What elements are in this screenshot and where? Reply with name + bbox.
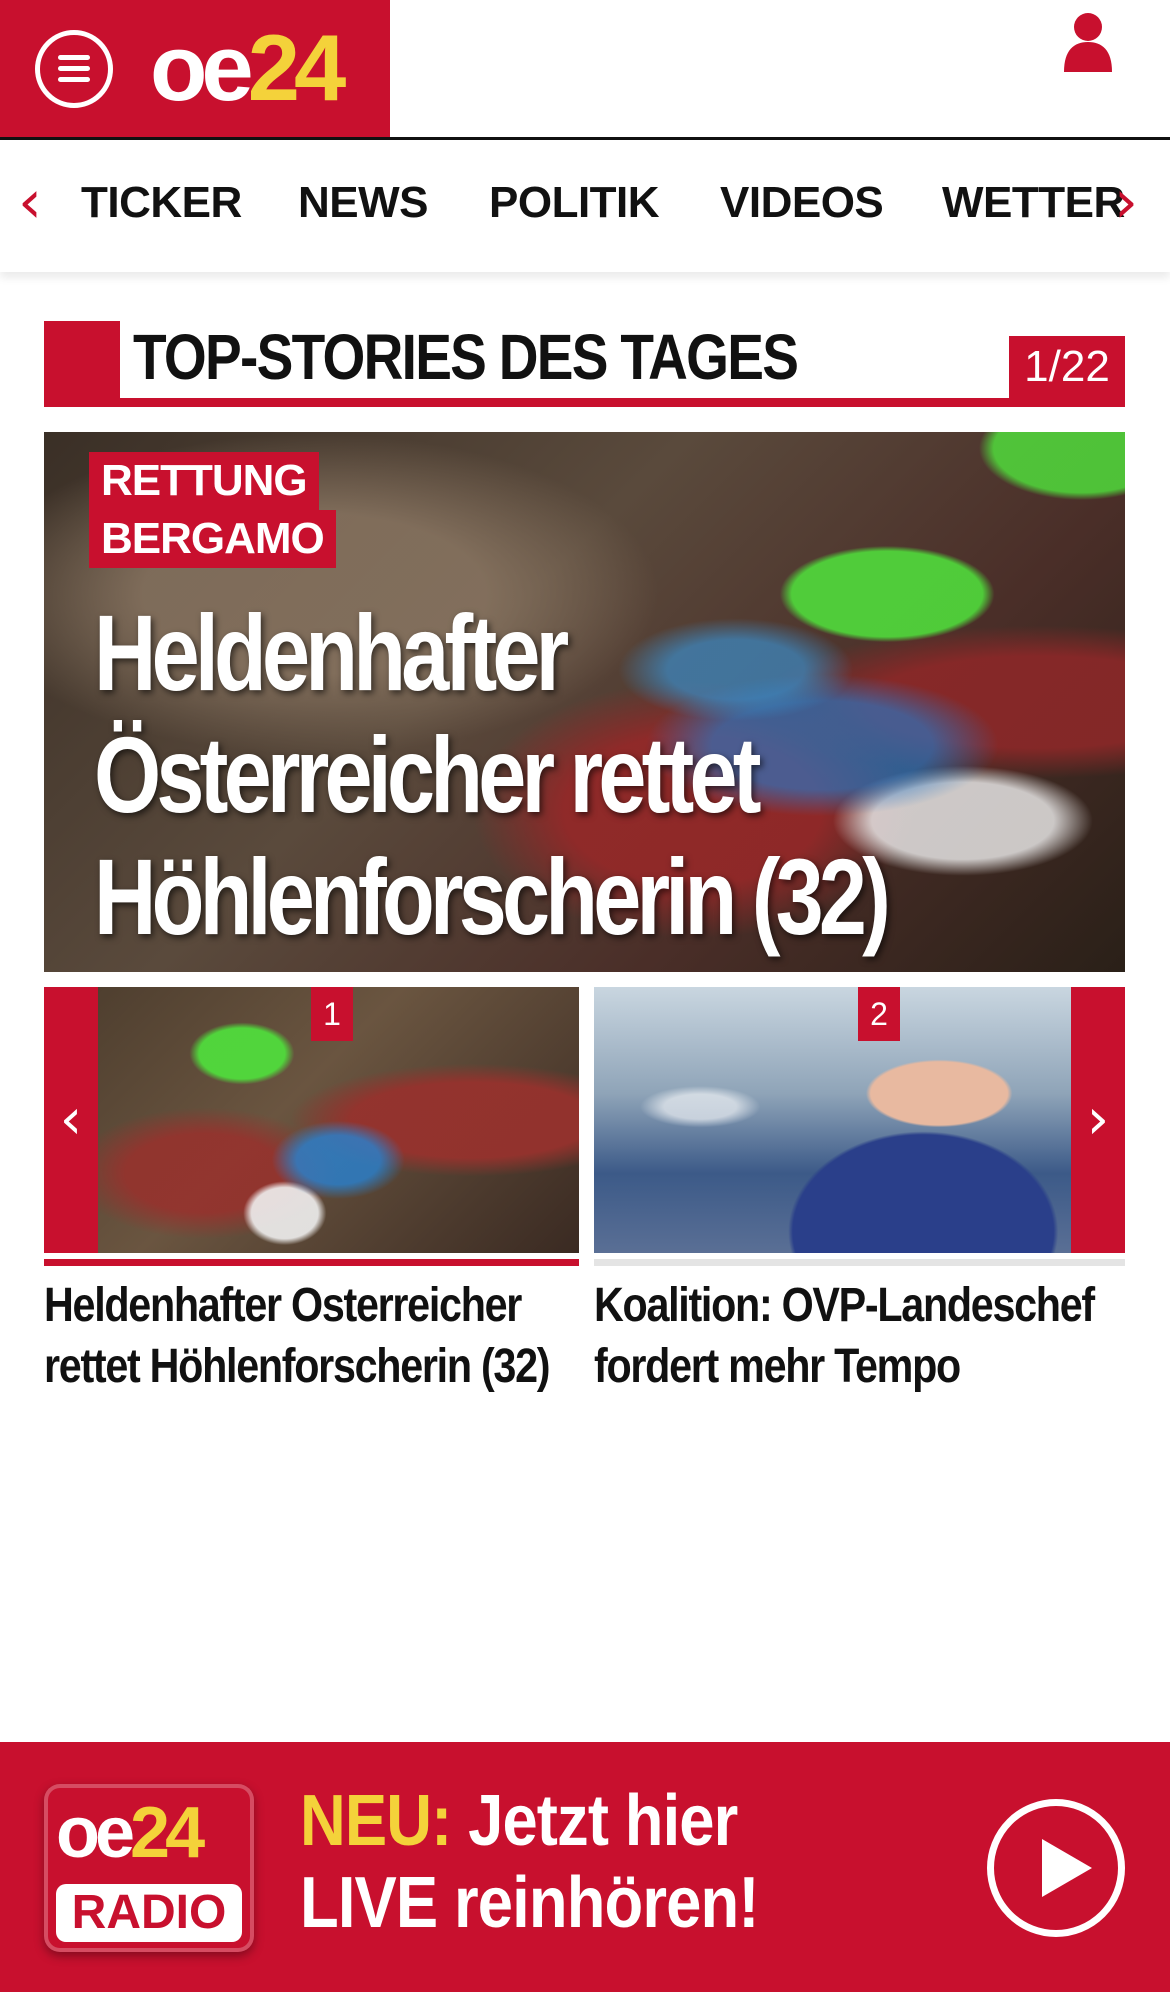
carousel-title-2[interactable]: Koalition: OVP-Landeschef fordert mehr T… [594, 1275, 1119, 1397]
carousel-title-1[interactable]: Heldenhafter Osterreicher rettet Höhlenf… [44, 1275, 577, 1397]
radio-logo-oe: oe [56, 1793, 135, 1873]
user-icon[interactable] [1062, 12, 1114, 72]
carousel-number-1: 1 [311, 987, 353, 1041]
hero-story[interactable]: RETTUNG BERGAMO Heldenhafter Österreiche… [44, 432, 1125, 972]
oe24-logo[interactable]: oe24 [150, 15, 347, 120]
hamburger-menu-icon[interactable] [35, 30, 113, 108]
section-underline [44, 398, 1125, 407]
radio-logo-24: 24 [130, 1793, 205, 1873]
radio-logo-sub: RADIO [56, 1884, 242, 1942]
nav-item-videos[interactable]: VIDEOS [720, 178, 884, 228]
play-icon[interactable] [987, 1799, 1125, 1937]
section-accent-block [44, 321, 120, 407]
logo-oe: oe [150, 15, 254, 120]
category-nav: ‹ TICKER NEWS POLITIK VIDEOS WETTER › [0, 140, 1170, 272]
nav-item-politik[interactable]: POLITIK [489, 178, 660, 228]
radio-line1-text: Jetzt hier [451, 1781, 738, 1861]
slide-counter: 1/22 [1009, 336, 1125, 398]
radio-line1: NEU: Jetzt hier [300, 1780, 738, 1862]
radio-logo: oe24 RADIO [44, 1784, 254, 1952]
hero-headline[interactable]: Heldenhafter Österreicher rettet Höhlenf… [94, 592, 894, 958]
carousel-number-2: 2 [858, 987, 900, 1041]
radio-prefix: NEU: [300, 1781, 452, 1861]
section-title: TOP-STORIES DES TAGES [133, 321, 799, 393]
nav-next-chevron-icon[interactable]: › [1114, 172, 1138, 232]
nav-prev-chevron-icon[interactable]: ‹ [18, 172, 42, 232]
hero-tag-line1: RETTUNG [89, 452, 319, 510]
nav-item-wetter[interactable]: WETTER [942, 178, 1125, 228]
radio-logo-wordmark: oe24 [56, 1792, 205, 1874]
logo-24: 24 [247, 15, 347, 120]
nav-item-ticker[interactable]: TICKER [81, 178, 242, 228]
carousel-progress-idle [594, 1259, 1125, 1266]
carousel-next-button[interactable]: › [1071, 987, 1125, 1253]
radio-banner[interactable]: oe24 RADIO NEU: Jetzt hier LIVE reinhöre… [0, 1742, 1170, 1992]
carousel-progress-active [44, 1259, 579, 1266]
hero-tag-line2: BERGAMO [89, 510, 336, 568]
nav-item-news[interactable]: NEWS [298, 178, 429, 228]
carousel-prev-button[interactable]: ‹ [44, 987, 98, 1253]
radio-line2: LIVE reinhören! [300, 1863, 759, 1943]
